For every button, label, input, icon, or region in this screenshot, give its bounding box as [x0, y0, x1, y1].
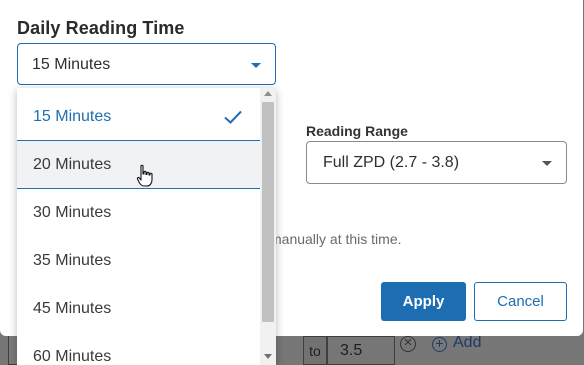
- add-circle-icon: +: [432, 336, 447, 352]
- background-to-label: to: [303, 336, 327, 365]
- option-label: 15 Minutes: [33, 108, 112, 125]
- background-add-link: + Add: [432, 334, 481, 352]
- daily-reading-time-dropdown-list: 15 Minutes 20 Minutes 30 Minutes 35 Minu…: [17, 88, 276, 365]
- checkmark-icon: [224, 110, 242, 124]
- daily-reading-time-select[interactable]: 15 Minutes: [17, 43, 276, 85]
- reading-range-select[interactable]: Full ZPD (2.7 - 3.8): [306, 141, 567, 184]
- dropdown-scrollbar[interactable]: [260, 88, 276, 365]
- option-label: 35 Minutes: [33, 252, 112, 269]
- clear-circle-icon: ✕: [400, 336, 416, 352]
- apply-button[interactable]: Apply: [381, 282, 466, 321]
- option-label: 20 Minutes: [33, 156, 112, 173]
- option-45-minutes[interactable]: 45 Minutes: [17, 285, 260, 333]
- hand-pointer-cursor-icon: [136, 164, 153, 187]
- reading-range-value: Full ZPD (2.7 - 3.8): [323, 154, 460, 171]
- daily-reading-time-value: 15 Minutes: [32, 56, 111, 73]
- option-label: 30 Minutes: [33, 204, 112, 221]
- scroll-up-arrow-icon[interactable]: [264, 91, 272, 96]
- background-add-label: Add: [453, 334, 482, 351]
- scroll-down-arrow-icon[interactable]: [264, 354, 272, 359]
- daily-reading-time-title: Daily Reading Time: [17, 18, 185, 38]
- cancel-button[interactable]: Cancel: [474, 282, 567, 321]
- option-30-minutes[interactable]: 30 Minutes: [17, 189, 260, 237]
- note-text: manually at this time.: [270, 231, 402, 247]
- option-35-minutes[interactable]: 35 Minutes: [17, 237, 260, 285]
- option-60-minutes[interactable]: 60 Minutes: [17, 333, 260, 365]
- option-label: 45 Minutes: [33, 300, 112, 317]
- option-15-minutes[interactable]: 15 Minutes: [17, 93, 260, 141]
- scrollbar-thumb[interactable]: [262, 102, 274, 322]
- option-label: 60 Minutes: [33, 348, 112, 365]
- chevron-down-icon: [251, 63, 261, 68]
- chevron-down-icon: [542, 161, 552, 166]
- background-range-end-field: 3.5: [327, 336, 395, 365]
- reading-range-label: Reading Range: [306, 123, 408, 139]
